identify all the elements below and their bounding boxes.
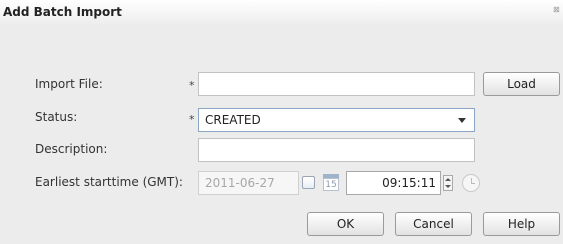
spin-down-icon[interactable]: [445, 185, 451, 188]
description-input[interactable]: [198, 138, 475, 162]
dialog-title: Add Batch Import: [3, 5, 122, 19]
spin-up-icon[interactable]: [445, 178, 451, 181]
status-select[interactable]: CREATED: [198, 108, 475, 132]
status-required-marker: *: [189, 113, 195, 126]
calendar-day: 15: [323, 178, 339, 191]
cancel-button[interactable]: Cancel: [395, 212, 472, 236]
dropdown-arrow-icon[interactable]: [458, 118, 466, 123]
close-icon[interactable]: ⊠: [553, 6, 561, 14]
import-file-input[interactable]: [198, 72, 475, 96]
time-value: 09:15:11: [382, 176, 436, 190]
load-button[interactable]: Load: [483, 72, 560, 96]
clock-icon[interactable]: [462, 174, 480, 192]
status-label: Status:: [35, 110, 78, 124]
date-input[interactable]: 2011-06-27: [198, 171, 299, 195]
description-label: Description:: [35, 142, 108, 156]
spinner-icon[interactable]: [443, 175, 453, 191]
earliest-starttime-label: Earliest starttime (GMT):: [35, 175, 183, 189]
date-enable-checkbox[interactable]: [302, 176, 315, 189]
ok-button[interactable]: OK: [307, 212, 384, 236]
date-value: 2011-06-27: [205, 176, 275, 190]
import-file-label: Import File:: [35, 77, 103, 91]
time-input[interactable]: 09:15:11: [346, 171, 441, 195]
title-bar: Add Batch Import ⊠: [0, 0, 563, 26]
help-button[interactable]: Help: [483, 212, 560, 236]
import-file-required-marker: *: [189, 79, 195, 92]
add-batch-import-dialog: Add Batch Import ⊠ Import File: * Load S…: [0, 0, 563, 244]
calendar-icon[interactable]: 15: [323, 174, 339, 191]
status-value: CREATED: [205, 113, 261, 127]
